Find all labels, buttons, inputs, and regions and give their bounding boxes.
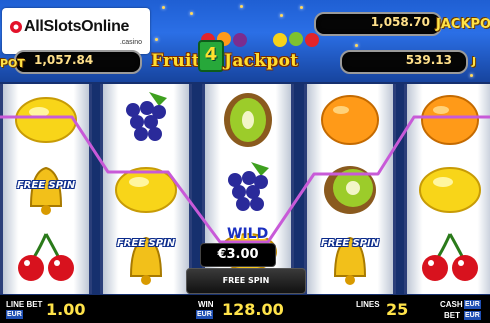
symbol-grapes [205,154,291,224]
jackpot-panel-right: 539.13 [340,50,468,74]
bottom-bar: LINE BET EUR 1.00 WIN EUR 128.00 LINES 2… [0,295,490,323]
cherry-icon [422,233,478,281]
jackpot-badge-right: J [472,55,477,68]
symbol-lemon [407,154,490,224]
free-spin-button-label: FREE SPIN [222,276,270,285]
lemon-icon [419,167,481,213]
jackpot-badge-left: POT [0,57,25,70]
symbol-lemon [103,154,189,224]
win-value: 128.00 [222,300,284,319]
game-title-right: Jackpot [224,51,299,71]
lemon-icon [115,167,177,213]
line-bet-label: LINE BET [6,300,43,309]
sparkle [155,38,158,41]
symbol-lemon [3,84,89,154]
symbol-free-spin-bell: FREE SPIN [307,224,393,294]
symbol-orange [407,84,490,154]
symbol-cherry [407,224,490,294]
symbol-free-spin-bell: FREE SPIN [103,224,189,294]
sparkle [240,5,243,8]
casino-chip-icon [10,21,22,33]
sparkle [300,6,303,9]
sparkle [190,12,193,15]
game-title-number: 4 [198,40,224,72]
win-amount-text: €3.00 [217,247,259,262]
kiwi-icon [224,93,272,147]
jackpot-badge: JACKPOT [436,17,490,32]
symbol-kiwi [205,84,291,154]
win-label: WIN [198,300,214,309]
cherry-icon [18,233,74,281]
sparkle [355,44,358,47]
cash-currency: EUR [464,300,481,309]
symbol-cherry [3,224,89,294]
lines-value[interactable]: 25 [386,300,408,319]
reel-4: FREE SPIN [304,84,396,294]
lines-label: LINES [356,300,380,309]
sparkle [162,6,165,9]
free-spin-label: FREE SPIN [16,180,76,191]
symbol-free-spin-bell: FREE SPIN [3,154,89,224]
symbol-grapes [103,84,189,154]
win-amount-popup: €3.00 [200,243,276,267]
bet-currency: EUR [464,311,481,320]
line-bet-value[interactable]: 1.00 [46,300,85,319]
watermark-text: AllSlotsOnline [24,18,130,35]
watermark-subtext: .casino [119,39,142,46]
jackpot-amount: 1,057.84 [34,53,94,67]
grapes-icon [126,92,167,141]
win-currency: EUR [196,310,213,319]
free-spin-label: FREE SPIN [116,238,176,249]
sparkle [470,74,473,77]
orange-icon [421,95,479,145]
free-spin-label: FREE SPIN [320,238,380,249]
kiwi-icon [324,166,376,214]
reel-1: FREE SPIN [0,84,92,294]
orange-icon [321,95,379,145]
jackpot-amount: 539.13 [405,53,452,67]
jackpot-panel-left: 1,057.84 [14,50,142,74]
jackpot-amount: 1,058.70 [370,15,430,29]
wild-label: WILD [227,226,269,242]
symbol-orange [307,84,393,154]
grapes-icon [228,162,269,211]
sparkle [280,14,283,17]
bet-label: BET [444,311,460,320]
lemon-icon [15,97,77,143]
free-spin-button[interactable]: FREE SPIN [186,268,306,294]
cash-label: CASH [440,300,463,309]
line-bet-currency: EUR [6,310,23,319]
reel-2: FREE SPIN [100,84,192,294]
reel-5 [404,84,490,294]
symbol-kiwi [307,154,393,224]
watermark-logo: AllSlotsOnline .casino [2,8,150,54]
